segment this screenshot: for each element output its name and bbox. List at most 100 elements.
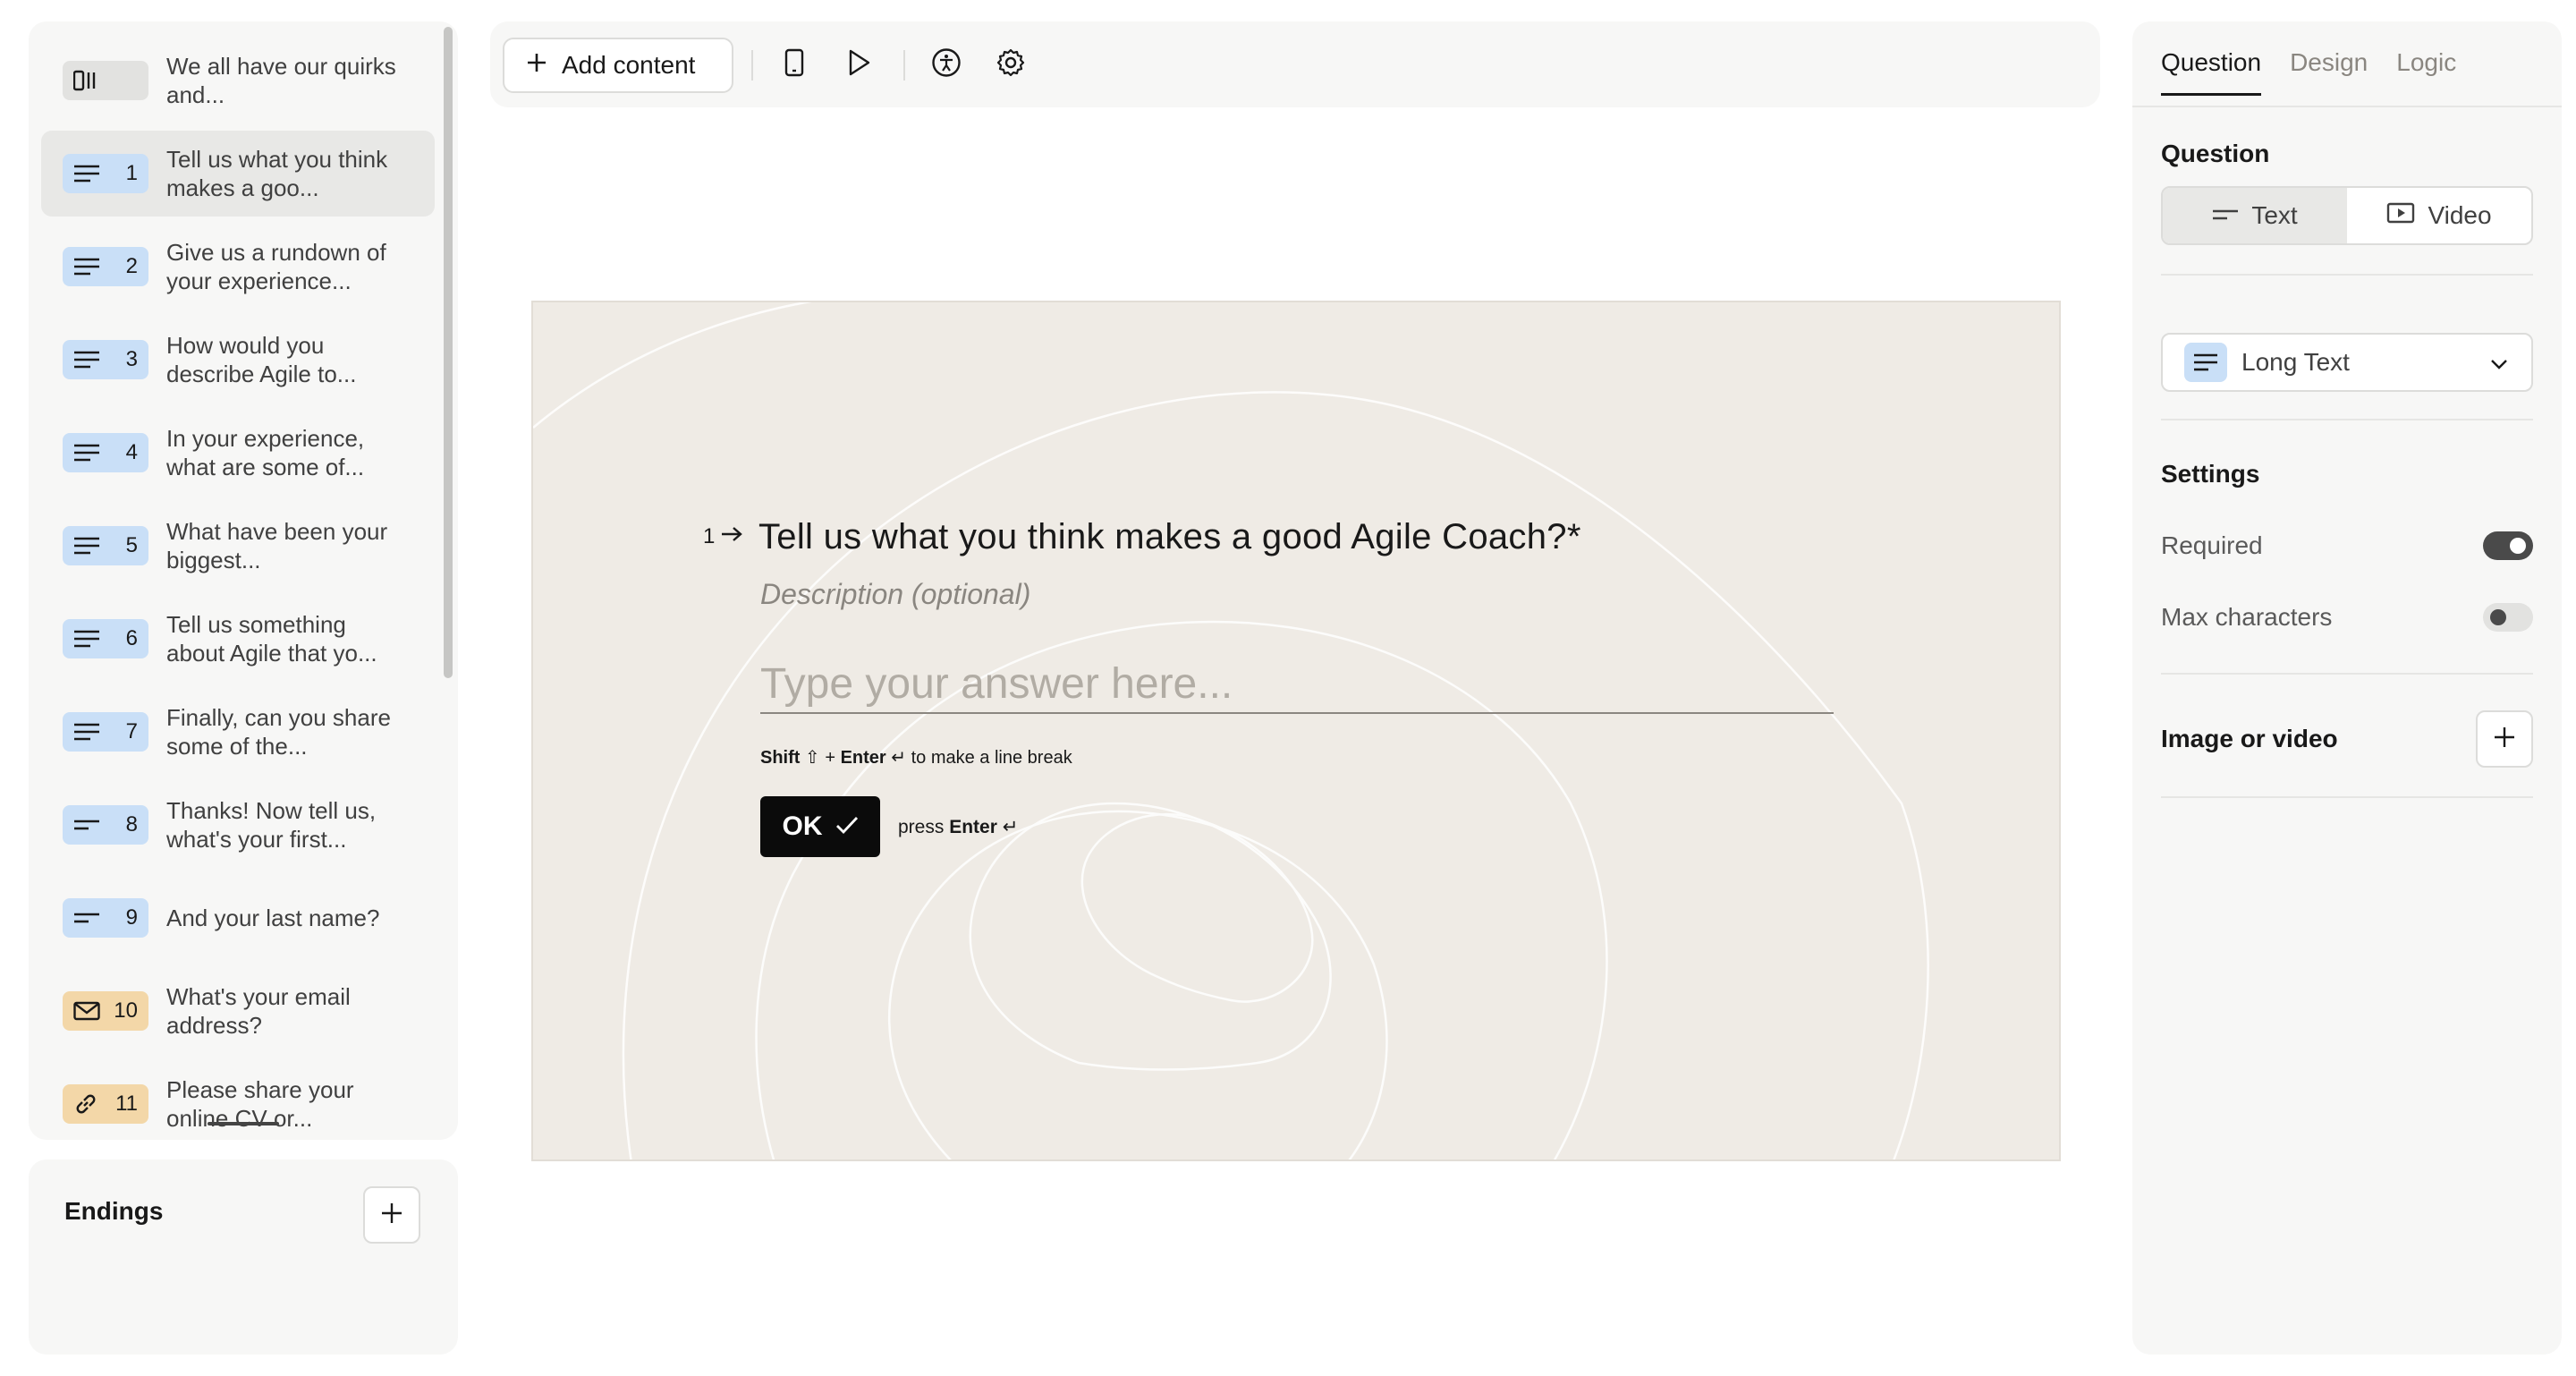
shift-icon: ⇧ <box>805 748 820 768</box>
long-text-icon <box>73 722 100 742</box>
add-content-button[interactable]: Add content <box>503 38 733 93</box>
hint-plus: + <box>825 748 836 768</box>
question-title[interactable]: Tell us what you think makes a good Agil… <box>758 517 1581 557</box>
question-number-label: 1 <box>703 524 716 548</box>
video-icon <box>2386 201 2415 230</box>
question-item-10[interactable]: 10 What's your email address? <box>41 968 435 1054</box>
add-ending-button[interactable] <box>363 1186 420 1244</box>
question-item-text: What's your email address? <box>166 983 351 1039</box>
question-item-1[interactable]: 1 Tell us what you think makes a goo... <box>41 131 435 217</box>
question-item-text: In your experience, what are some of... <box>166 425 365 480</box>
editor-toolbar: Add content <box>490 21 2100 107</box>
required-setting: Required <box>2161 531 2533 560</box>
email-icon <box>73 1001 100 1021</box>
preview-play-button[interactable] <box>841 47 877 82</box>
question-badge: 6 <box>63 619 148 658</box>
long-text-icon <box>73 443 100 463</box>
mode-video-button[interactable]: Video <box>2347 188 2531 243</box>
play-icon <box>846 48 871 81</box>
question-item-text: Thanks! Now tell us, what's your first..… <box>166 797 377 853</box>
question-badge: 11 <box>63 1084 148 1124</box>
question-number-indicator: 1 <box>703 524 743 549</box>
question-item-6[interactable]: 6 Tell us something about Agile that yo.… <box>41 596 435 682</box>
mode-text-label: Text <box>2251 201 2298 229</box>
question-item-statement[interactable]: We all have our quirks and... <box>41 38 435 123</box>
press-enter-hint: press Enter ↵ <box>898 816 1018 838</box>
statement-icon <box>73 70 102 91</box>
enter-icon: ↵ <box>891 748 907 768</box>
question-number: 2 <box>125 254 138 278</box>
toolbar-divider <box>903 50 905 81</box>
question-canvas: 1 Tell us what you think makes a good Ag… <box>531 301 2061 1161</box>
mobile-preview-button[interactable] <box>776 47 812 82</box>
properties-panel: Question Design Logic Question Text Vide… <box>2132 21 2562 1355</box>
short-text-icon <box>73 908 100 928</box>
question-number: 1 <box>125 161 138 185</box>
plus-icon <box>526 51 562 80</box>
question-item-2[interactable]: 2 Give us a rundown of your experience..… <box>41 224 435 310</box>
question-description[interactable]: Description (optional) <box>760 578 1030 611</box>
question-number: 7 <box>125 719 138 743</box>
tab-logic[interactable]: Logic <box>2396 48 2456 96</box>
plus-icon <box>2493 726 2516 753</box>
tab-question[interactable]: Question <box>2161 48 2262 96</box>
short-text-icon <box>73 815 100 835</box>
settings-section-label: Settings <box>2161 460 2260 488</box>
toolbar-divider <box>751 50 753 81</box>
long-text-icon <box>73 257 100 276</box>
toggle-knob <box>2510 538 2526 554</box>
divider <box>2161 274 2533 276</box>
question-item-text: What have been your biggest... <box>166 518 388 573</box>
question-badge: 9 <box>63 898 148 938</box>
question-badge: 3 <box>63 340 148 379</box>
max-characters-setting: Max characters <box>2161 603 2533 632</box>
required-toggle[interactable] <box>2483 531 2533 560</box>
long-text-icon <box>73 629 100 649</box>
mobile-icon <box>784 48 804 81</box>
question-item-8[interactable]: 8 Thanks! Now tell us, what's your first… <box>41 782 435 868</box>
long-text-icon <box>73 164 100 183</box>
answer-input[interactable] <box>760 655 1834 714</box>
plus-icon <box>380 1202 403 1229</box>
question-type-dropdown[interactable]: Long Text <box>2161 333 2533 392</box>
question-item-4[interactable]: 4 In your experience, what are some of..… <box>41 410 435 496</box>
max-characters-toggle[interactable] <box>2483 603 2533 632</box>
question-number: 11 <box>115 1091 138 1116</box>
link-icon <box>73 1091 98 1117</box>
contour-background <box>533 302 1929 1159</box>
question-item-7[interactable]: 7 Finally, can you share some of the... <box>41 689 435 775</box>
toggle-knob <box>2490 609 2506 625</box>
short-text-icon <box>2212 201 2239 230</box>
question-item-5[interactable]: 5 What have been your biggest... <box>41 503 435 589</box>
properties-tabs: Question Design Logic <box>2161 48 2456 96</box>
tab-design[interactable]: Design <box>2290 48 2368 96</box>
accessibility-icon <box>931 47 962 82</box>
question-number: 10 <box>114 998 138 1023</box>
question-list: We all have our quirks and... 1 Tell us … <box>41 38 435 1140</box>
press-enter-key: Enter <box>949 817 997 837</box>
question-list-panel: We all have our quirks and... 1 Tell us … <box>29 21 458 1140</box>
question-item-text: We all have our quirks and... <box>166 53 396 108</box>
divider <box>2161 673 2533 675</box>
question-item-text: Finally, can you share some of the... <box>166 704 391 760</box>
ok-button[interactable]: OK <box>760 796 880 857</box>
question-item-11[interactable]: 11 Please share your online CV or... <box>41 1061 435 1140</box>
question-number: 6 <box>125 626 138 650</box>
required-label: Required <box>2161 531 2263 559</box>
add-media-button[interactable] <box>2476 710 2533 768</box>
settings-button[interactable] <box>993 47 1029 82</box>
sidebar-scrollbar[interactable] <box>444 27 453 678</box>
question-item-text: How would you describe Agile to... <box>166 332 357 387</box>
mode-text-button[interactable]: Text <box>2163 188 2347 243</box>
sidebar-resize-handle[interactable] <box>208 1122 279 1125</box>
question-item-9[interactable]: 9 And your last name? <box>41 875 435 961</box>
accessibility-button[interactable] <box>928 47 964 82</box>
ok-label: OK <box>782 811 823 841</box>
question-badge: 2 <box>63 247 148 286</box>
question-item-3[interactable]: 3 How would you describe Agile to... <box>41 317 435 403</box>
question-mode-toggle: Text Video <box>2161 186 2533 245</box>
gear-icon <box>996 47 1026 82</box>
image-or-video-label: Image or video <box>2161 725 2338 752</box>
image-or-video-setting: Image or video <box>2161 710 2533 768</box>
arrow-right-icon <box>720 524 743 549</box>
